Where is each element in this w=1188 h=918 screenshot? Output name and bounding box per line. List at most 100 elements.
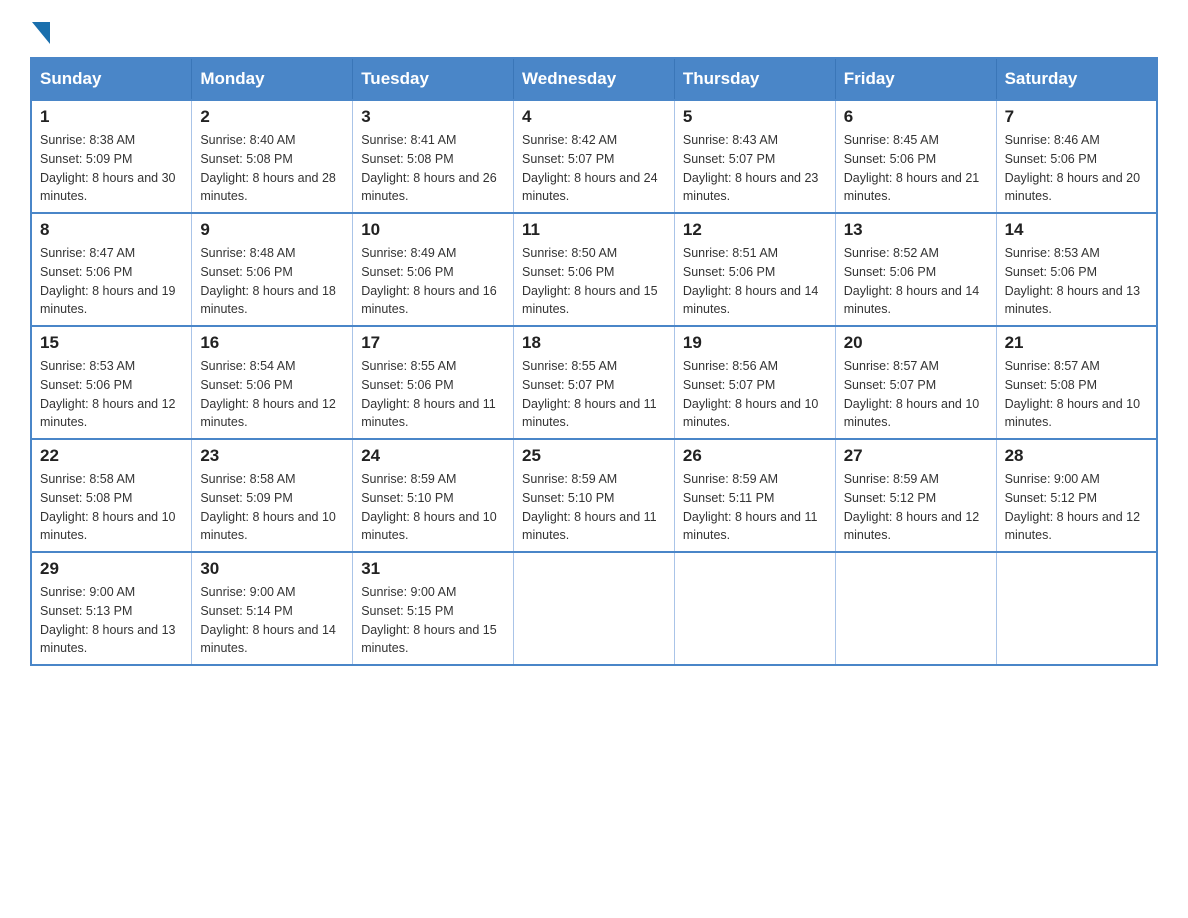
calendar-cell [996, 552, 1157, 665]
calendar-cell: 11 Sunrise: 8:50 AM Sunset: 5:06 PM Dayl… [514, 213, 675, 326]
calendar-cell: 29 Sunrise: 9:00 AM Sunset: 5:13 PM Dayl… [31, 552, 192, 665]
day-info: Sunrise: 8:57 AM Sunset: 5:07 PM Dayligh… [844, 357, 988, 432]
sunrise-label: Sunrise: 9:00 AM [361, 585, 456, 599]
calendar-header-row: SundayMondayTuesdayWednesdayThursdayFrid… [31, 58, 1157, 100]
daylight-label: Daylight: 8 hours and 20 minutes. [1005, 171, 1141, 204]
day-number: 18 [522, 333, 666, 353]
daylight-label: Daylight: 8 hours and 26 minutes. [361, 171, 497, 204]
day-number: 27 [844, 446, 988, 466]
sunrise-label: Sunrise: 8:57 AM [1005, 359, 1100, 373]
daylight-label: Daylight: 8 hours and 21 minutes. [844, 171, 980, 204]
day-number: 12 [683, 220, 827, 240]
calendar-week-row: 8 Sunrise: 8:47 AM Sunset: 5:06 PM Dayli… [31, 213, 1157, 326]
sunset-label: Sunset: 5:09 PM [200, 491, 292, 505]
sunrise-label: Sunrise: 8:57 AM [844, 359, 939, 373]
day-number: 8 [40, 220, 183, 240]
sunset-label: Sunset: 5:10 PM [522, 491, 614, 505]
sunrise-label: Sunrise: 8:56 AM [683, 359, 778, 373]
page-header [30, 20, 1158, 47]
sunrise-label: Sunrise: 8:41 AM [361, 133, 456, 147]
sunset-label: Sunset: 5:07 PM [522, 152, 614, 166]
calendar-cell: 31 Sunrise: 9:00 AM Sunset: 5:15 PM Dayl… [353, 552, 514, 665]
sunset-label: Sunset: 5:06 PM [361, 378, 453, 392]
sunrise-label: Sunrise: 8:59 AM [844, 472, 939, 486]
day-info: Sunrise: 8:43 AM Sunset: 5:07 PM Dayligh… [683, 131, 827, 206]
calendar-cell: 22 Sunrise: 8:58 AM Sunset: 5:08 PM Dayl… [31, 439, 192, 552]
day-number: 19 [683, 333, 827, 353]
day-number: 13 [844, 220, 988, 240]
sunset-label: Sunset: 5:08 PM [361, 152, 453, 166]
day-info: Sunrise: 8:45 AM Sunset: 5:06 PM Dayligh… [844, 131, 988, 206]
calendar-cell: 14 Sunrise: 8:53 AM Sunset: 5:06 PM Dayl… [996, 213, 1157, 326]
daylight-label: Daylight: 8 hours and 12 minutes. [40, 397, 176, 430]
calendar-cell [514, 552, 675, 665]
sunset-label: Sunset: 5:08 PM [40, 491, 132, 505]
day-info: Sunrise: 8:53 AM Sunset: 5:06 PM Dayligh… [40, 357, 183, 432]
day-info: Sunrise: 8:55 AM Sunset: 5:07 PM Dayligh… [522, 357, 666, 432]
sunrise-label: Sunrise: 8:53 AM [40, 359, 135, 373]
sunset-label: Sunset: 5:12 PM [1005, 491, 1097, 505]
col-header-sunday: Sunday [31, 58, 192, 100]
col-header-tuesday: Tuesday [353, 58, 514, 100]
day-info: Sunrise: 8:58 AM Sunset: 5:09 PM Dayligh… [200, 470, 344, 545]
sunrise-label: Sunrise: 8:42 AM [522, 133, 617, 147]
logo-triangle-icon [32, 22, 50, 49]
calendar-cell: 24 Sunrise: 8:59 AM Sunset: 5:10 PM Dayl… [353, 439, 514, 552]
day-number: 3 [361, 107, 505, 127]
calendar-week-row: 15 Sunrise: 8:53 AM Sunset: 5:06 PM Dayl… [31, 326, 1157, 439]
sunset-label: Sunset: 5:07 PM [683, 152, 775, 166]
day-number: 15 [40, 333, 183, 353]
sunset-label: Sunset: 5:08 PM [1005, 378, 1097, 392]
day-info: Sunrise: 9:00 AM Sunset: 5:12 PM Dayligh… [1005, 470, 1148, 545]
daylight-label: Daylight: 8 hours and 10 minutes. [361, 510, 497, 543]
daylight-label: Daylight: 8 hours and 14 minutes. [844, 284, 980, 317]
sunset-label: Sunset: 5:12 PM [844, 491, 936, 505]
sunset-label: Sunset: 5:07 PM [683, 378, 775, 392]
daylight-label: Daylight: 8 hours and 16 minutes. [361, 284, 497, 317]
day-number: 24 [361, 446, 505, 466]
calendar-cell: 18 Sunrise: 8:55 AM Sunset: 5:07 PM Dayl… [514, 326, 675, 439]
daylight-label: Daylight: 8 hours and 10 minutes. [200, 510, 336, 543]
calendar-table: SundayMondayTuesdayWednesdayThursdayFrid… [30, 57, 1158, 666]
logo [30, 20, 58, 47]
day-info: Sunrise: 8:59 AM Sunset: 5:10 PM Dayligh… [522, 470, 666, 545]
col-header-friday: Friday [835, 58, 996, 100]
calendar-cell: 30 Sunrise: 9:00 AM Sunset: 5:14 PM Dayl… [192, 552, 353, 665]
day-number: 20 [844, 333, 988, 353]
daylight-label: Daylight: 8 hours and 30 minutes. [40, 171, 176, 204]
sunrise-label: Sunrise: 8:43 AM [683, 133, 778, 147]
sunrise-label: Sunrise: 8:49 AM [361, 246, 456, 260]
calendar-cell: 27 Sunrise: 8:59 AM Sunset: 5:12 PM Dayl… [835, 439, 996, 552]
day-number: 22 [40, 446, 183, 466]
sunrise-label: Sunrise: 8:47 AM [40, 246, 135, 260]
calendar-cell: 17 Sunrise: 8:55 AM Sunset: 5:06 PM Dayl… [353, 326, 514, 439]
sunset-label: Sunset: 5:06 PM [522, 265, 614, 279]
sunrise-label: Sunrise: 8:51 AM [683, 246, 778, 260]
sunset-label: Sunset: 5:06 PM [40, 378, 132, 392]
day-info: Sunrise: 8:40 AM Sunset: 5:08 PM Dayligh… [200, 131, 344, 206]
sunrise-label: Sunrise: 8:52 AM [844, 246, 939, 260]
calendar-cell: 20 Sunrise: 8:57 AM Sunset: 5:07 PM Dayl… [835, 326, 996, 439]
calendar-cell: 25 Sunrise: 8:59 AM Sunset: 5:10 PM Dayl… [514, 439, 675, 552]
sunset-label: Sunset: 5:06 PM [361, 265, 453, 279]
day-number: 28 [1005, 446, 1148, 466]
calendar-cell: 13 Sunrise: 8:52 AM Sunset: 5:06 PM Dayl… [835, 213, 996, 326]
sunrise-label: Sunrise: 9:00 AM [200, 585, 295, 599]
daylight-label: Daylight: 8 hours and 24 minutes. [522, 171, 658, 204]
sunset-label: Sunset: 5:15 PM [361, 604, 453, 618]
sunrise-label: Sunrise: 9:00 AM [40, 585, 135, 599]
day-number: 30 [200, 559, 344, 579]
col-header-saturday: Saturday [996, 58, 1157, 100]
daylight-label: Daylight: 8 hours and 14 minutes. [200, 623, 336, 656]
calendar-cell [674, 552, 835, 665]
col-header-wednesday: Wednesday [514, 58, 675, 100]
daylight-label: Daylight: 8 hours and 11 minutes. [522, 397, 657, 430]
day-number: 6 [844, 107, 988, 127]
sunrise-label: Sunrise: 8:40 AM [200, 133, 295, 147]
daylight-label: Daylight: 8 hours and 10 minutes. [40, 510, 176, 543]
day-info: Sunrise: 8:51 AM Sunset: 5:06 PM Dayligh… [683, 244, 827, 319]
sunset-label: Sunset: 5:06 PM [844, 265, 936, 279]
calendar-cell: 5 Sunrise: 8:43 AM Sunset: 5:07 PM Dayli… [674, 100, 835, 213]
day-info: Sunrise: 8:49 AM Sunset: 5:06 PM Dayligh… [361, 244, 505, 319]
day-info: Sunrise: 8:59 AM Sunset: 5:12 PM Dayligh… [844, 470, 988, 545]
